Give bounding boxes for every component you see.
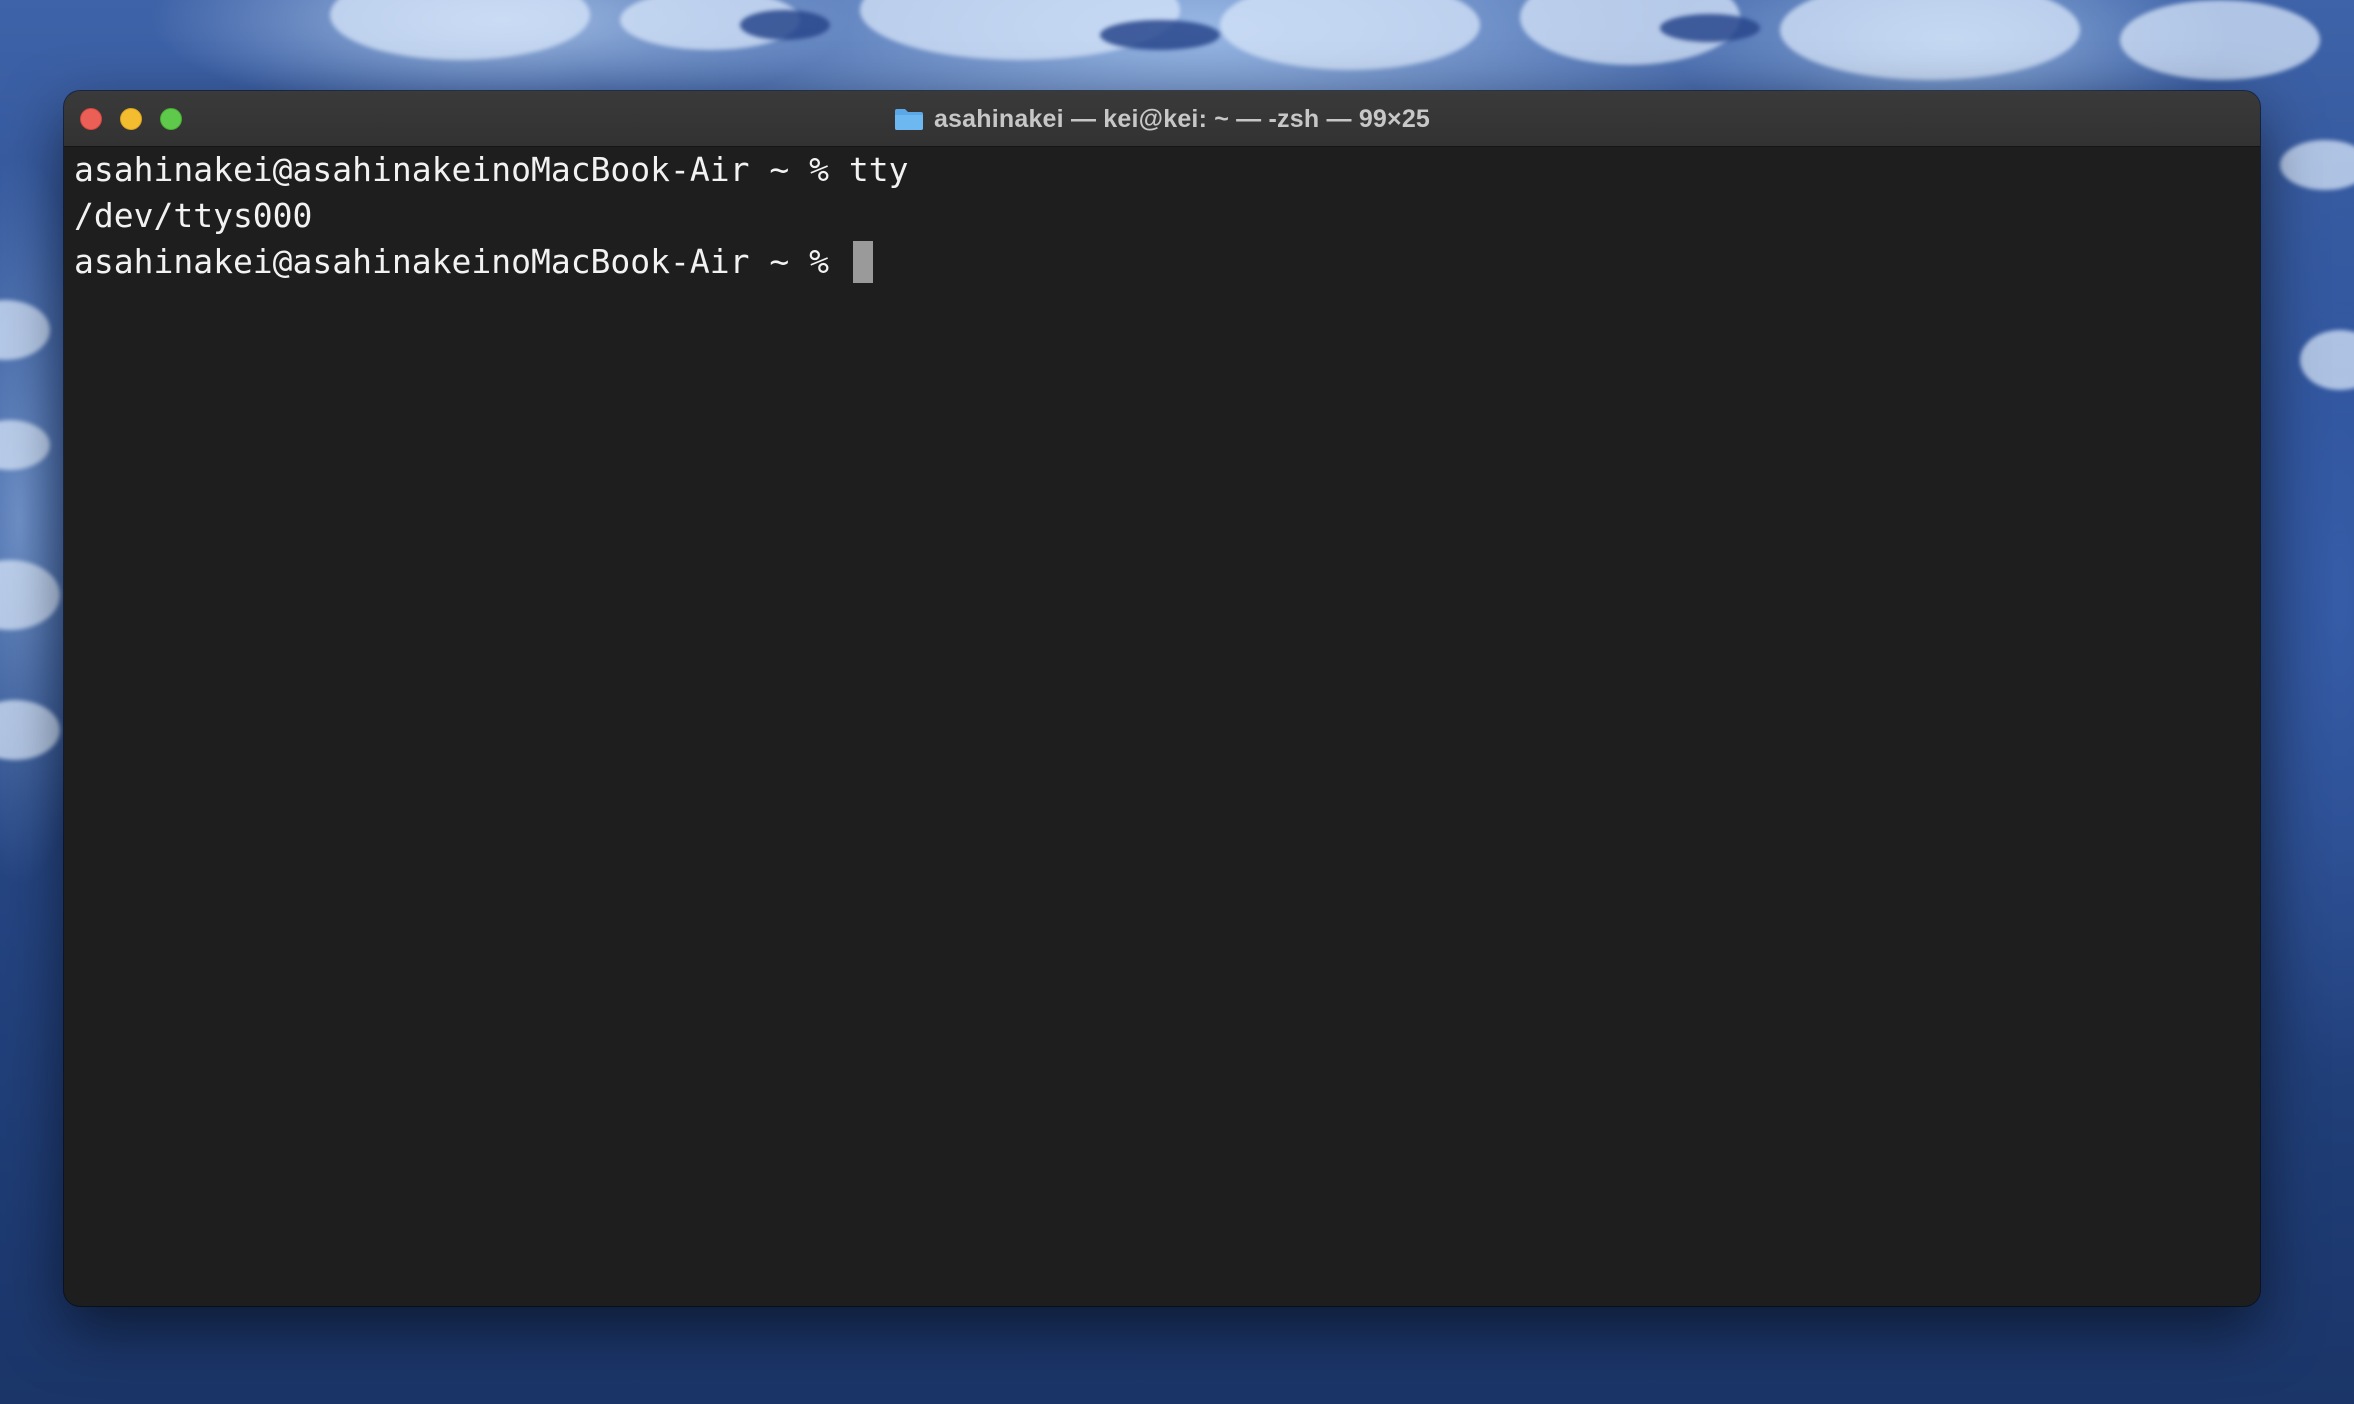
title-bar[interactable]: asahinakei — kei@kei: ~ — -zsh — 99×25 — [64, 91, 2260, 147]
terminal-line: /dev/ttys000 — [74, 196, 313, 235]
terminal-content[interactable]: asahinakei@asahinakeinoMacBook-Air ~ % t… — [64, 147, 2260, 1306]
window-title: asahinakei — kei@kei: ~ — -zsh — 99×25 — [933, 104, 1431, 133]
terminal-line: asahinakei@asahinakeinoMacBook-Air ~ % t… — [74, 150, 909, 189]
window-title-container: asahinakei — kei@kei: ~ — -zsh — 99×25 — [64, 91, 2260, 147]
terminal-prompt: asahinakei@asahinakeinoMacBook-Air ~ % — [74, 242, 849, 281]
terminal-window[interactable]: asahinakei — kei@kei: ~ — -zsh — 99×25 a… — [64, 91, 2260, 1306]
terminal-prompt-line: asahinakei@asahinakeinoMacBook-Air ~ % — [74, 239, 873, 285]
text-cursor — [852, 240, 873, 283]
folder-icon — [894, 107, 924, 131]
